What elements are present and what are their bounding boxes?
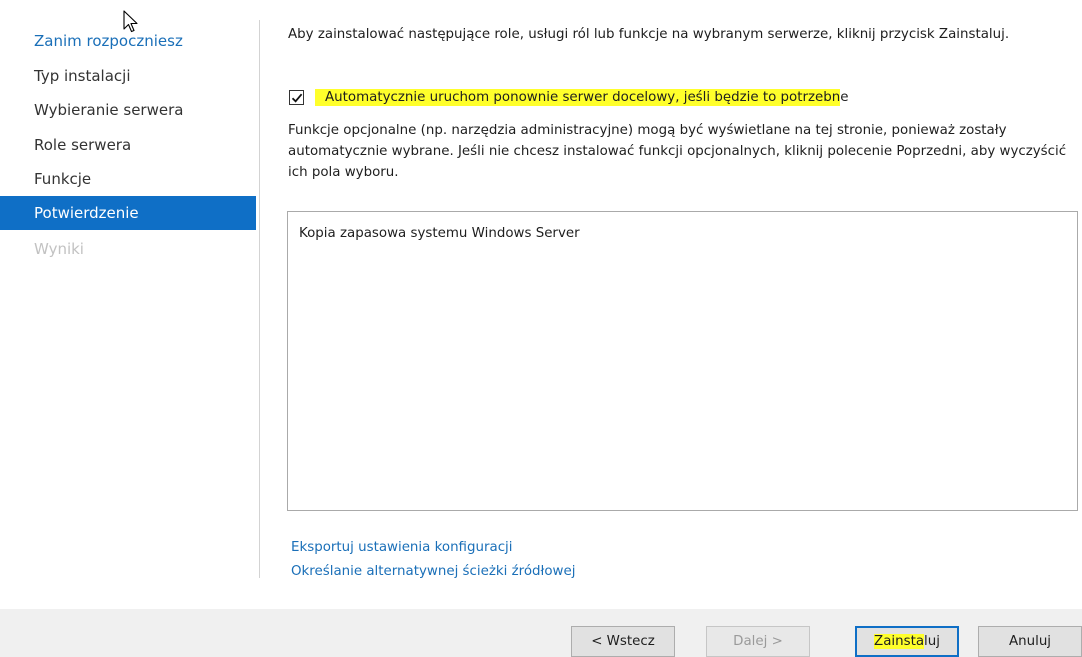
wizard-footer: < Wstecz Dalej > Zainstaluj Anuluj [0,609,1082,657]
export-configuration-link[interactable]: Eksportuj ustawienia konfiguracji [291,538,513,558]
restart-label-tail: e [840,90,849,105]
nav-step-confirmation[interactable]: Potwierdzenie [0,196,256,230]
nav-step-features[interactable]: Funkcje [0,162,256,196]
alternate-source-path-link[interactable]: Określanie alternatywnej ścieżki źródłow… [291,562,575,582]
nav-step-installation-type[interactable]: Typ instalacji [0,59,256,93]
restart-checkbox-label[interactable]: Automatycznie uruchom ponownie serwer do… [315,88,849,108]
checkmark-icon [291,93,303,103]
install-button[interactable]: Zainstaluj [855,626,959,657]
optional-features-note: Funkcje opcjonalne (np. narzędzia admini… [288,123,1067,180]
install-label-tail: luj [924,634,940,649]
back-button[interactable]: < Wstecz [571,626,675,657]
mouse-cursor-icon [123,10,138,33]
cancel-button[interactable]: Anuluj [978,626,1082,657]
nav-step-results: Wyniki [34,240,84,258]
feature-item: Kopia zapasowa systemu Windows Server [299,226,580,241]
selected-features-list[interactable]: Kopia zapasowa systemu Windows Server [287,211,1078,511]
install-label-highlighted: Zainsta [874,634,925,649]
restart-checkbox[interactable] [289,90,304,105]
nav-step-server-selection[interactable]: Wybieranie serwera [0,93,256,127]
restart-label-highlighted: Automatycznie uruchom ponownie serwer do… [315,89,841,106]
sidebar-divider [259,20,260,578]
next-button: Dalej > [706,626,810,657]
nav-step-server-roles[interactable]: Role serwera [0,128,256,162]
intro-text: Aby zainstalować następujące role, usług… [288,27,1010,42]
